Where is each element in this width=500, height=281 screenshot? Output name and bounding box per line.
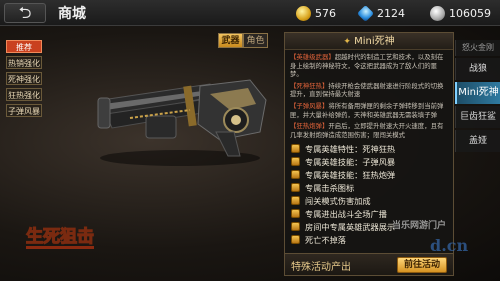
diamond-icon bbox=[357, 4, 374, 22]
category-frenzy-upgrade[interactable]: 狂热强化 bbox=[6, 88, 42, 101]
tab-role[interactable]: 角色 bbox=[243, 33, 268, 48]
game-logo: 生死狙击 bbox=[25, 225, 95, 249]
category-bullet-storm[interactable]: 子弹风暴 bbox=[6, 104, 42, 117]
weapon-info-panel: ✦ Mini死神 【英雄级武器】超越时代的制造工艺和技术，以及刻在身上绘制的神秘… bbox=[284, 32, 454, 276]
category-hot-upgrade[interactable]: 热销强化 bbox=[6, 56, 42, 69]
minigun-weapon-image[interactable] bbox=[90, 70, 270, 170]
feature-bullet-icon bbox=[291, 196, 300, 206]
desc-paragraph: 【子弹风暴】将所有备用弹匣的剩余子弹转移到当前弹匣，并大量补给弹药，天神和英雄武… bbox=[290, 101, 444, 119]
weapon-description: 【英雄级武器】超越时代的制造工艺和技术，以及刻在身上绘制的神秘符文，令这把武器成… bbox=[285, 50, 453, 139]
desc-paragraph: 【英雄级武器】超越时代的制造工艺和技术，以及刻在身上绘制的神秘符文，令这把武器成… bbox=[290, 53, 444, 79]
panel-footer: 特殊活动产出 前往活动 bbox=[285, 253, 453, 275]
back-button[interactable]: ⮌ bbox=[4, 3, 46, 23]
feature-bullet-icon bbox=[291, 183, 300, 193]
feature-bullet-icon bbox=[291, 157, 300, 167]
gold-amount: 576 bbox=[315, 6, 336, 20]
silver-coin-icon bbox=[430, 5, 445, 21]
weapon-list-item[interactable]: 战狼 bbox=[455, 58, 500, 80]
diamond-amount: 2124 bbox=[377, 6, 405, 20]
panel-header: ✦ Mini死神 bbox=[285, 33, 453, 50]
feature-bullet-icon bbox=[291, 235, 300, 245]
watermark-logo: d.cn bbox=[430, 236, 469, 255]
top-bar: ⮌ 商城 576 2124 106059 bbox=[0, 0, 500, 26]
back-arrow-icon: ⮌ bbox=[18, 3, 32, 22]
feature-bullet-icon bbox=[291, 170, 300, 180]
desc-paragraph: 【死神狂热】持续开枪会使武器射速进行阶段式的切换提升，直到保持最大射速 bbox=[290, 81, 444, 99]
page-title: 商城 bbox=[58, 6, 86, 22]
silver-amount: 106059 bbox=[449, 6, 491, 20]
feature-item: 专属英雄特性：死神狂热 bbox=[291, 142, 453, 155]
watermark-text: 当乐网游门户 bbox=[392, 221, 447, 231]
weapon-list-item[interactable]: 巨齿狂鲨 bbox=[455, 106, 500, 128]
feature-item: 专属英雄技能：狂热炮弹 bbox=[291, 168, 453, 181]
feature-item: 闯关模式伤害加成 bbox=[291, 194, 453, 207]
category-reaper-upgrade[interactable]: 死神强化 bbox=[6, 72, 42, 85]
weapon-list: 怒火金刚 战狼 Mini死神 巨齿狂鲨 盖娅 bbox=[455, 40, 500, 154]
feature-item: 专属击杀图标 bbox=[291, 181, 453, 194]
weapon-list-item[interactable]: 怒火金刚 bbox=[455, 40, 500, 56]
desc-paragraph: 【狂热炮弹】开启后，立即提升射速大开火速度，且有几率发射炮弹造成范围伤害；限闯关… bbox=[290, 122, 444, 139]
feature-bullet-icon bbox=[291, 209, 300, 219]
feature-bullet-icon bbox=[291, 144, 300, 154]
gold-currency: 576 bbox=[296, 5, 336, 21]
gold-coin-icon bbox=[296, 5, 311, 21]
feature-item: 专属英雄技能：子弹风暴 bbox=[291, 155, 453, 168]
game-logo-text: 生死狙击 bbox=[26, 226, 94, 247]
feature-item: 死亡不掉落 bbox=[291, 233, 453, 246]
feature-bullet-icon bbox=[291, 222, 300, 232]
source-label: 特殊活动产出 bbox=[291, 262, 351, 273]
weapon-list-item[interactable]: 盖娅 bbox=[455, 130, 500, 152]
category-list: 推荐 热销强化 死神强化 狂热强化 子弹风暴 bbox=[6, 40, 42, 120]
weapon-role-toggle: 武器 角色 bbox=[218, 33, 268, 48]
silver-currency: 106059 bbox=[430, 5, 491, 21]
weapon-name: Mini死神 bbox=[354, 36, 395, 47]
go-to-event-button[interactable]: 前往活动 bbox=[397, 257, 447, 273]
category-recommend[interactable]: 推荐 bbox=[6, 40, 42, 53]
diamond-currency: 2124 bbox=[357, 4, 405, 22]
weapon-list-item-selected[interactable]: Mini死神 bbox=[455, 82, 500, 104]
wing-icon: ✦ bbox=[343, 37, 351, 47]
tab-weapon[interactable]: 武器 bbox=[218, 33, 243, 48]
